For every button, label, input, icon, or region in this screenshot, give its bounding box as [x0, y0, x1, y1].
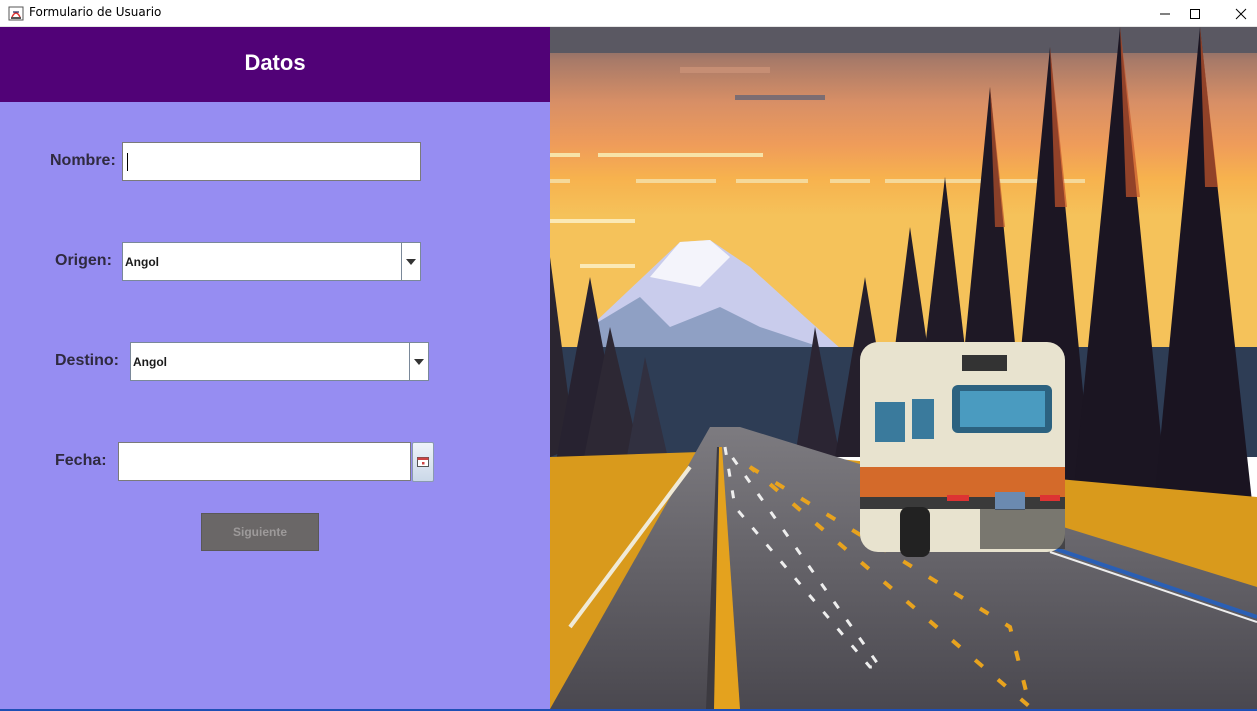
java-app-icon: [8, 5, 24, 21]
maximize-icon: [1190, 8, 1200, 19]
form-title: Datos: [244, 50, 306, 75]
window-titlebar: Formulario de Usuario: [0, 0, 1257, 27]
minimize-icon: [1160, 13, 1170, 14]
calendar-icon: [417, 457, 429, 467]
destino-label: Destino:: [55, 352, 119, 369]
nombre-label: Nombre:: [50, 152, 116, 169]
form-header: Datos: [0, 27, 550, 102]
nombre-input[interactable]: [123, 143, 420, 180]
fecha-field[interactable]: [118, 442, 411, 481]
text-caret: [127, 153, 128, 171]
destino-selected-value: Angol: [133, 355, 167, 369]
maximize-button[interactable]: [1172, 0, 1218, 27]
calendar-button[interactable]: [412, 442, 434, 482]
nombre-field[interactable]: [122, 142, 421, 181]
close-button[interactable]: [1218, 0, 1257, 27]
fecha-input[interactable]: [119, 443, 410, 480]
window-title: Formulario de Usuario: [29, 5, 162, 19]
landscape-illustration: [550, 27, 1257, 711]
chevron-down-icon: [414, 358, 424, 365]
chevron-down-icon: [406, 258, 416, 265]
origen-selected-value: Angol: [125, 255, 159, 269]
fecha-label: Fecha:: [55, 452, 107, 469]
origen-select[interactable]: Angol: [122, 242, 421, 281]
destino-select[interactable]: Angol: [130, 342, 429, 381]
origen-label: Origen:: [55, 252, 112, 269]
bus-illustration: [860, 342, 1065, 557]
close-icon: [1235, 8, 1247, 19]
pixel-art-road-bus-image: [550, 27, 1257, 711]
siguiente-button[interactable]: Siguiente: [201, 513, 319, 551]
form-panel: Datos Nombre: Origen: Angol Destino: Ang…: [0, 27, 550, 709]
destino-dropdown-button[interactable]: [409, 343, 428, 380]
origen-dropdown-button[interactable]: [401, 243, 420, 280]
